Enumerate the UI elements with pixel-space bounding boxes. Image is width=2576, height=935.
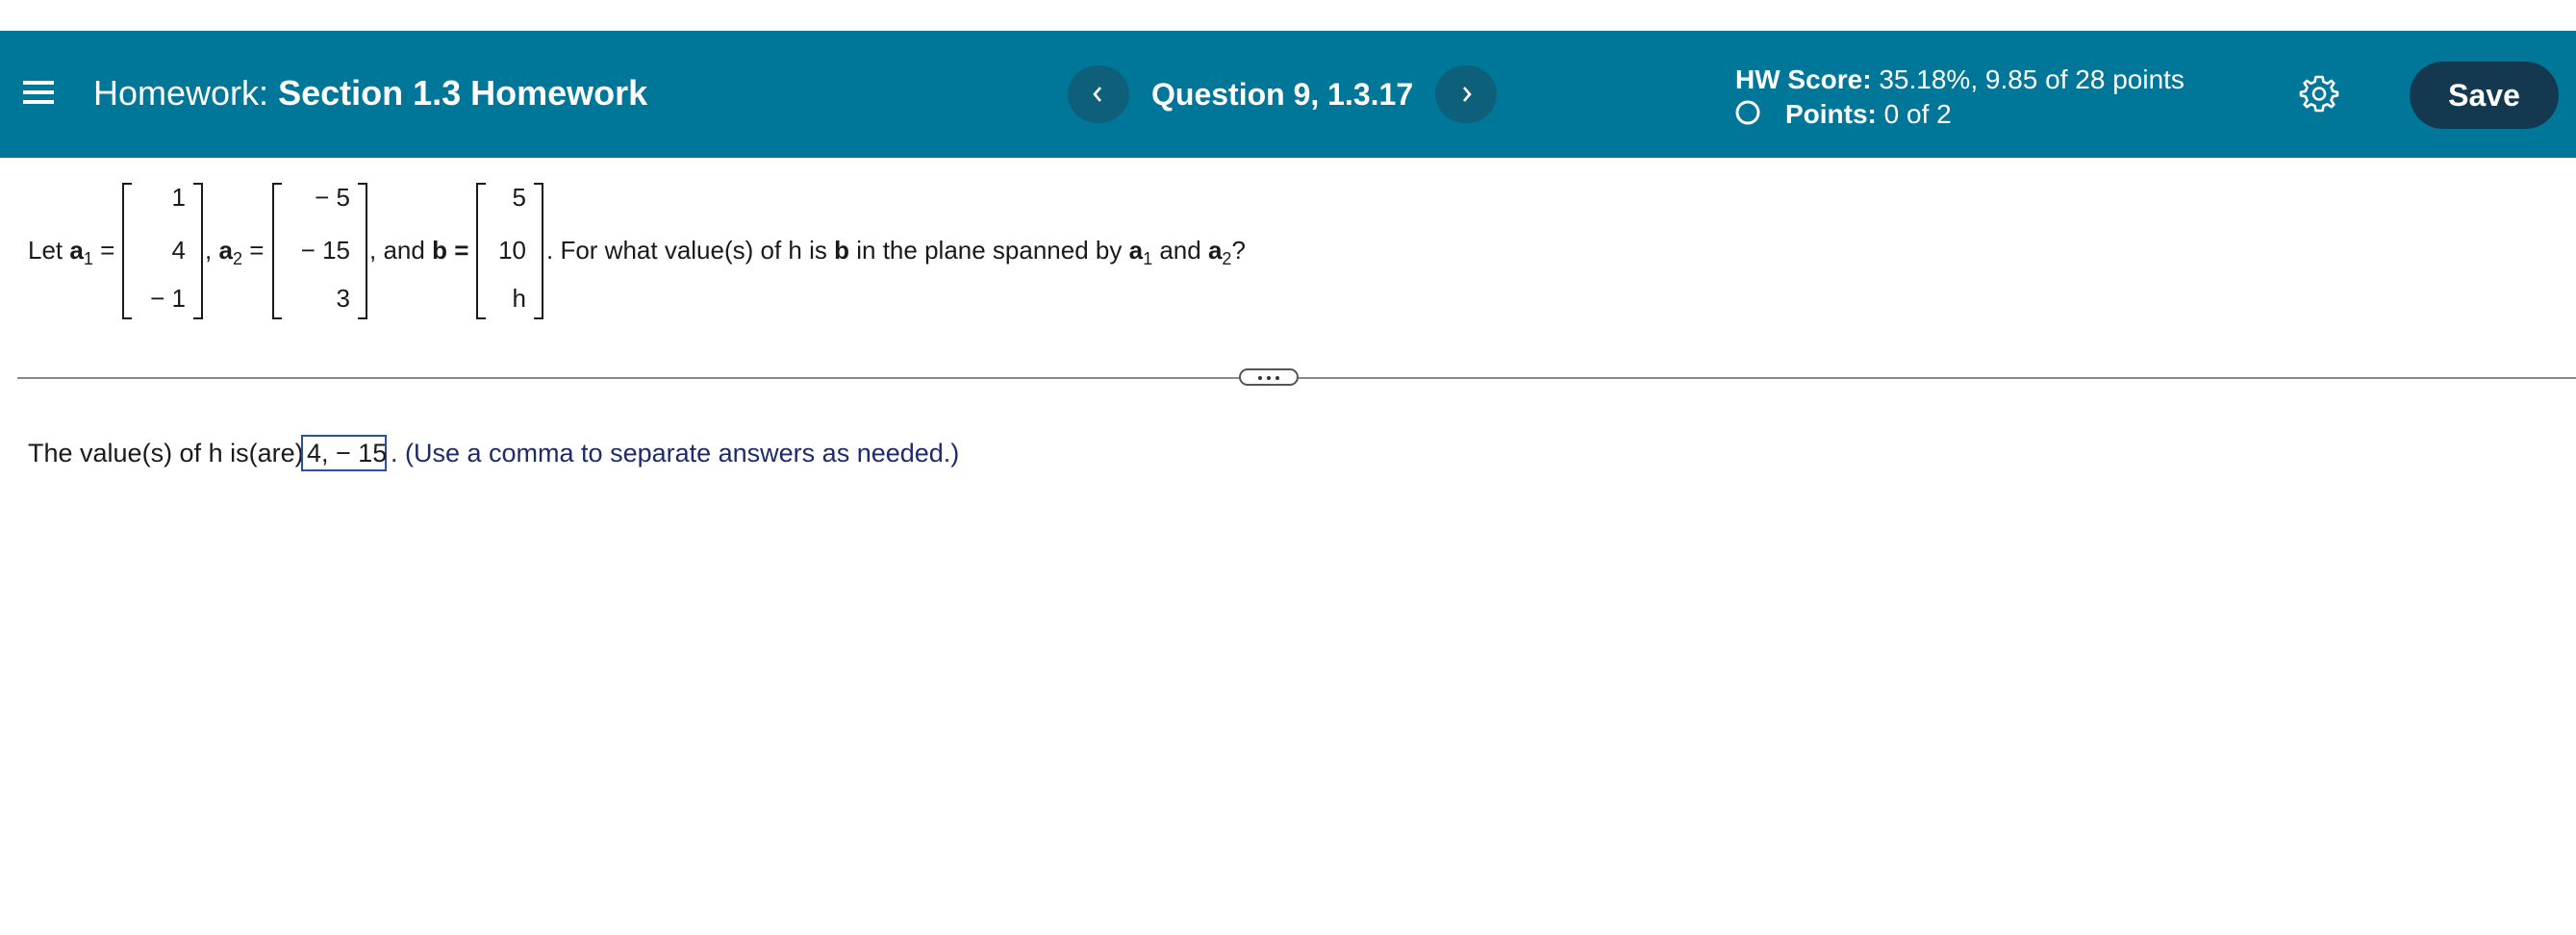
question-let: Let a1 = xyxy=(28,236,114,273)
b-entry-3: h xyxy=(512,284,526,313)
chevron-left-icon xyxy=(1093,87,1101,102)
hw-score: HW Score: 35.18%, 9.85 of 28 points xyxy=(1735,63,2185,96)
prompt-a1-subscript: 1 xyxy=(1143,249,1153,268)
top-bar: Homework: Section 1.3 Homework Question … xyxy=(0,31,2576,158)
hw-score-value: 35.18%, 9.85 of 28 points xyxy=(1879,64,2185,94)
answer-hint: . (Use a comma to separate answers as ne… xyxy=(391,439,960,468)
bracket-right xyxy=(358,183,367,319)
prompt-a1-symbol: a xyxy=(1128,236,1144,265)
previous-question-button[interactable] xyxy=(1068,65,1129,123)
expand-more-button[interactable] xyxy=(1239,368,1299,386)
equals-sign: = xyxy=(249,236,265,265)
homework-title: Homework: Section 1.3 Homework xyxy=(93,73,647,114)
prompt-b-symbol: b xyxy=(834,236,850,265)
a2-subscript: 2 xyxy=(232,249,242,268)
b-entry-2: 10 xyxy=(498,236,526,265)
prompt-end: ? xyxy=(1231,236,1246,265)
next-question-button[interactable] xyxy=(1435,65,1497,123)
prompt-middle: in the plane spanned by xyxy=(856,236,1123,265)
answer-input[interactable]: 4, − 15 xyxy=(301,435,387,471)
homework-name: Section 1.3 Homework xyxy=(278,73,648,113)
bracket-left xyxy=(272,183,282,319)
question-label: Question 9, 1.3.17 xyxy=(1151,77,1414,112)
vector-a1: 1 4 − 1 xyxy=(122,183,203,319)
a2-symbol: a xyxy=(218,236,233,265)
dot-icon xyxy=(1275,376,1279,380)
points-value: 0 of 2 xyxy=(1883,99,1952,129)
homework-prefix: Homework: xyxy=(93,73,269,113)
a1-symbol: a xyxy=(69,236,84,265)
vector-b: 5 10 h xyxy=(476,183,543,319)
comma-text: , xyxy=(205,236,213,265)
question-a2-label: , a2 = xyxy=(205,236,264,273)
question-prompt: . For what value(s) of h is b in the pla… xyxy=(546,236,1246,273)
a1-entry-2: 4 xyxy=(171,236,186,265)
b-equals-sign: = xyxy=(454,236,469,265)
question-area: Let a1 = 1 4 − 1 , a2 = − 5 − 15 3 , and… xyxy=(0,158,2576,379)
a2-entry-3: 3 xyxy=(336,284,350,313)
a1-entry-1: 1 xyxy=(171,183,186,212)
b-entry-1: 5 xyxy=(512,183,526,212)
bracket-left xyxy=(122,183,132,319)
a2-entry-2: − 15 xyxy=(300,236,350,265)
a1-entry-3: − 1 xyxy=(150,284,186,313)
bracket-left xyxy=(476,183,486,319)
a2-entry-1: − 5 xyxy=(315,183,350,212)
save-button[interactable]: Save xyxy=(2410,62,2559,129)
let-text: Let xyxy=(28,236,63,265)
bracket-right xyxy=(193,183,203,319)
points: Points: 0 of 2 xyxy=(1785,98,1952,131)
a1-subscript: 1 xyxy=(83,249,93,268)
hw-score-label: HW Score: xyxy=(1735,64,1872,94)
points-status-icon xyxy=(1735,100,1760,125)
answer-lead: The value(s) of h is(are) xyxy=(28,439,304,468)
prompt-a2-subscript: 2 xyxy=(1222,249,1232,268)
and-text: , and xyxy=(369,236,425,265)
bracket-right xyxy=(534,183,543,319)
dot-icon xyxy=(1267,376,1271,380)
points-label: Points: xyxy=(1785,99,1877,129)
gear-icon[interactable] xyxy=(2299,73,2339,114)
menu-icon[interactable] xyxy=(23,77,54,108)
dot-icon xyxy=(1258,376,1262,380)
question-b-label: , and b = xyxy=(369,236,468,265)
vector-a2: − 5 − 15 3 xyxy=(272,183,367,319)
prompt-and: and xyxy=(1159,236,1201,265)
b-symbol: b xyxy=(432,236,447,265)
prompt-start: . For what value(s) of h is xyxy=(546,236,827,265)
equals-sign: = xyxy=(100,236,115,265)
prompt-a2-symbol: a xyxy=(1207,236,1223,265)
chevron-right-icon xyxy=(1463,87,1472,102)
